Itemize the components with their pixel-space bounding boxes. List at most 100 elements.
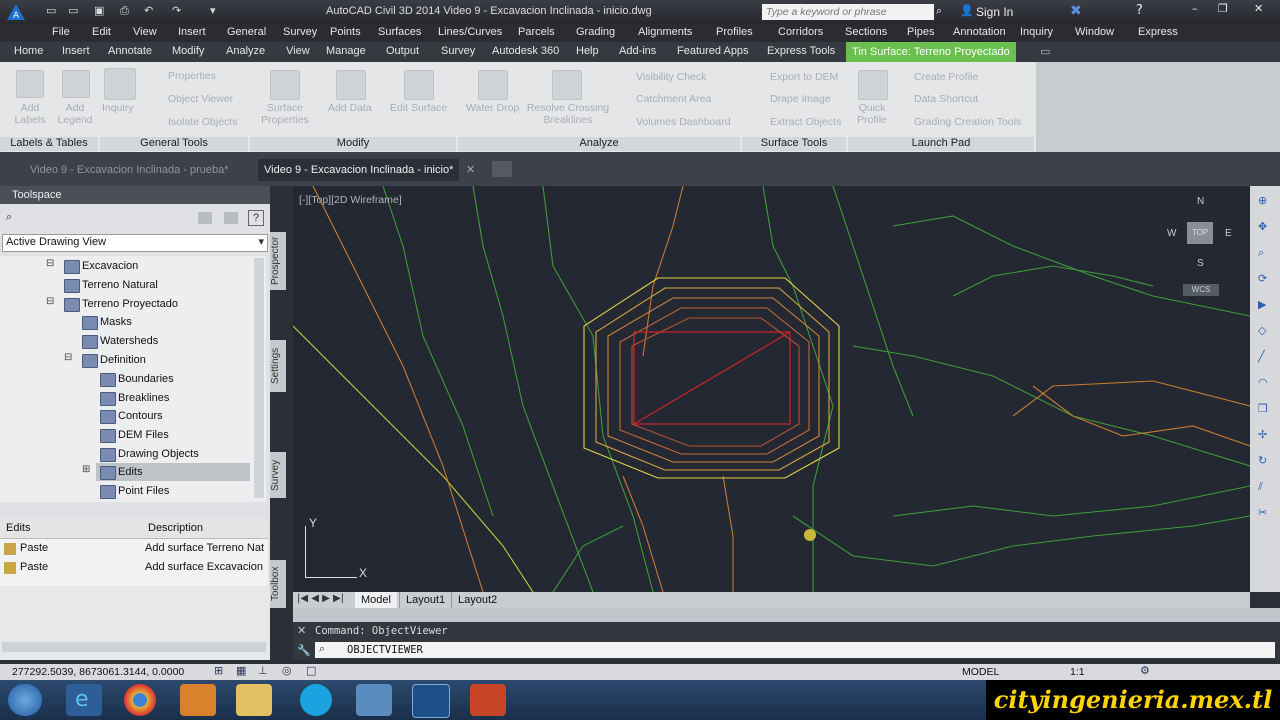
data-shortcut-button[interactable]: Data Shortcut (914, 93, 978, 105)
tab-tin-surface-contextual[interactable]: Tin Surface: Terreno Proyectado (846, 42, 1016, 62)
menu-view[interactable]: View (133, 26, 157, 38)
side-tab-survey[interactable]: Survey (270, 452, 286, 498)
create-profile-button[interactable]: Create Profile (914, 71, 978, 83)
dropdown-icon[interactable]: ▾ (210, 4, 216, 17)
restore-icon[interactable]: ❐ (1218, 2, 1228, 15)
grading-creation-tools-button[interactable]: Grading Creation Tools (914, 116, 1021, 128)
autocad-logo-icon[interactable]: A (6, 3, 26, 21)
tree-item[interactable]: Contours (100, 407, 163, 425)
doc-tab-prueba[interactable]: Video 9 - Excavacion Inclinada - prueba* (24, 159, 235, 181)
tab-home[interactable]: Home (14, 45, 43, 57)
tree-item[interactable]: Drawing Objects (100, 445, 199, 463)
drawing-canvas[interactable] (293, 186, 1250, 592)
expand-icon[interactable]: ⊞ (82, 464, 90, 475)
minimize-icon[interactable]: – (1192, 2, 1198, 15)
open-icon[interactable]: ▭ (68, 4, 78, 17)
menu-file[interactable]: File (52, 26, 70, 38)
menu-points[interactable]: Points (330, 26, 361, 38)
tree-item[interactable]: Breaklines (100, 389, 169, 407)
binoculars-icon[interactable]: ⌕ (936, 4, 942, 18)
tab-analyze[interactable]: Analyze (226, 45, 265, 57)
menu-lines-curves[interactable]: Lines/Curves (438, 26, 502, 38)
viewcube-top-face[interactable]: TOP (1187, 222, 1213, 244)
expand-icon[interactable]: ⊟ (46, 296, 54, 307)
move-icon[interactable]: ✢ (1258, 428, 1267, 441)
menu-pipes[interactable]: Pipes (907, 26, 935, 38)
line-tool-icon[interactable]: ╱ (1258, 350, 1265, 363)
exchange-icon[interactable]: ✖ (1070, 3, 1082, 19)
menu-corridors[interactable]: Corridors (778, 26, 823, 38)
tab-view[interactable]: View (286, 45, 310, 57)
visibility-check-button[interactable]: Visibility Check (636, 71, 706, 83)
chrome-icon[interactable] (124, 684, 156, 716)
doc-tab-close-icon[interactable]: ✕ (466, 163, 475, 176)
osnap-icon[interactable]: □ (306, 664, 316, 677)
ribbon-minimize-icon[interactable]: ▭ (1040, 45, 1050, 58)
menu-window[interactable]: Window (1075, 26, 1114, 38)
start-button-icon[interactable] (8, 684, 42, 716)
media-player-icon[interactable] (180, 684, 216, 716)
inquiry-button[interactable]: Inquiry (102, 102, 134, 114)
customize-icon[interactable]: 🔧 (297, 644, 311, 657)
redo-icon[interactable]: ↷ (172, 4, 181, 17)
panel-title-analyze[interactable]: Analyze (458, 137, 740, 151)
column-header-edits[interactable]: Edits (6, 522, 30, 534)
tab-manage[interactable]: Manage (326, 45, 366, 57)
view-select[interactable]: Active Drawing View ▾ (2, 234, 268, 252)
wcs-menu[interactable]: WCS (1183, 284, 1219, 296)
menu-express[interactable]: Express (1138, 26, 1178, 38)
tree-item[interactable]: Definition (82, 351, 146, 369)
tab-insert[interactable]: Insert (62, 45, 90, 57)
toolspace-list-icon[interactable] (224, 212, 238, 224)
properties-button[interactable]: Properties (168, 70, 216, 82)
extract-objects-button[interactable]: Extract Objects (770, 116, 841, 128)
export-to-dem-button[interactable]: Export to DEM (770, 71, 838, 83)
expand-icon[interactable]: ⊟ (46, 258, 54, 269)
powerpoint-icon[interactable] (470, 684, 506, 716)
panel-title-surface-tools[interactable]: Surface Tools (742, 137, 846, 151)
isolate-objects-button[interactable]: Isolate Objects (168, 116, 237, 128)
arc-tool-icon[interactable]: ◠ (1258, 376, 1268, 389)
side-tab-toolbox[interactable]: Toolbox (270, 560, 286, 608)
annotation-scale[interactable]: 1:1 (1070, 666, 1085, 678)
tree-item[interactable]: Terreno Proyectado (64, 295, 178, 313)
snap-icon[interactable]: ⊞ (214, 664, 223, 677)
doc-tab-inicio[interactable]: Video 9 - Excavacion Inclinada - inicio* (258, 159, 460, 181)
quick-profile-button[interactable]: Quick Profile (852, 102, 892, 126)
drawing-viewport[interactable]: [-][Top][2D Wireframe] N W E S TOP WCS Y… (293, 186, 1250, 592)
search-input[interactable]: Type a keyword or phrase (762, 4, 934, 20)
pan-icon[interactable]: ✥ (1258, 220, 1267, 233)
viewcube[interactable]: N W E S TOP WCS (1167, 196, 1233, 296)
menu-inquiry[interactable]: Inquiry (1020, 26, 1053, 38)
coordinates[interactable]: 277292.5039, 8673061.3144, 0.0000 (12, 666, 184, 678)
autocad-taskbar-icon[interactable] (412, 684, 450, 718)
drape-image-button[interactable]: Drape Image (770, 93, 831, 105)
add-labels-button[interactable]: Add Labels (12, 102, 48, 126)
zoom-icon[interactable]: ⌕ (1258, 246, 1264, 260)
network-icon[interactable] (356, 684, 392, 716)
rotate-icon[interactable]: ↻ (1258, 454, 1267, 467)
tab-express-tools[interactable]: Express Tools (767, 45, 835, 57)
menu-grading[interactable]: Grading (576, 26, 615, 38)
column-header-description[interactable]: Description (148, 522, 203, 534)
tab-autodesk-360[interactable]: Autodesk 360 (492, 45, 559, 57)
measure-icon[interactable]: ◇ (1258, 324, 1266, 337)
menu-surfaces[interactable]: Surfaces (378, 26, 421, 38)
object-viewer-button[interactable]: Object Viewer (168, 93, 233, 105)
tree-item[interactable]: Point Files (100, 482, 169, 500)
print-icon[interactable]: ⎙ (120, 4, 129, 18)
edit-surface-button[interactable]: Edit Surface (390, 102, 447, 114)
surface-properties-button[interactable]: Surface Properties (258, 102, 312, 126)
tree-item[interactable]: DEM Files (100, 426, 169, 444)
menu-annotation[interactable]: Annotation (953, 26, 1006, 38)
offset-icon[interactable]: ⫽ (1258, 480, 1263, 494)
model-space-toggle[interactable]: MODEL (962, 666, 999, 678)
skype-icon[interactable] (300, 684, 332, 716)
resolve-crossing-breaklines-button[interactable]: Resolve Crossing Breaklines (524, 102, 612, 126)
tab-layout2[interactable]: Layout2 (451, 592, 503, 608)
tab-survey[interactable]: Survey (441, 45, 475, 57)
menu-sections[interactable]: Sections (845, 26, 887, 38)
steering-wheel-icon[interactable]: ⊕ (1258, 194, 1267, 207)
add-legend-button[interactable]: Add Legend (56, 102, 94, 126)
showmotion-icon[interactable]: ▶ (1258, 298, 1266, 311)
